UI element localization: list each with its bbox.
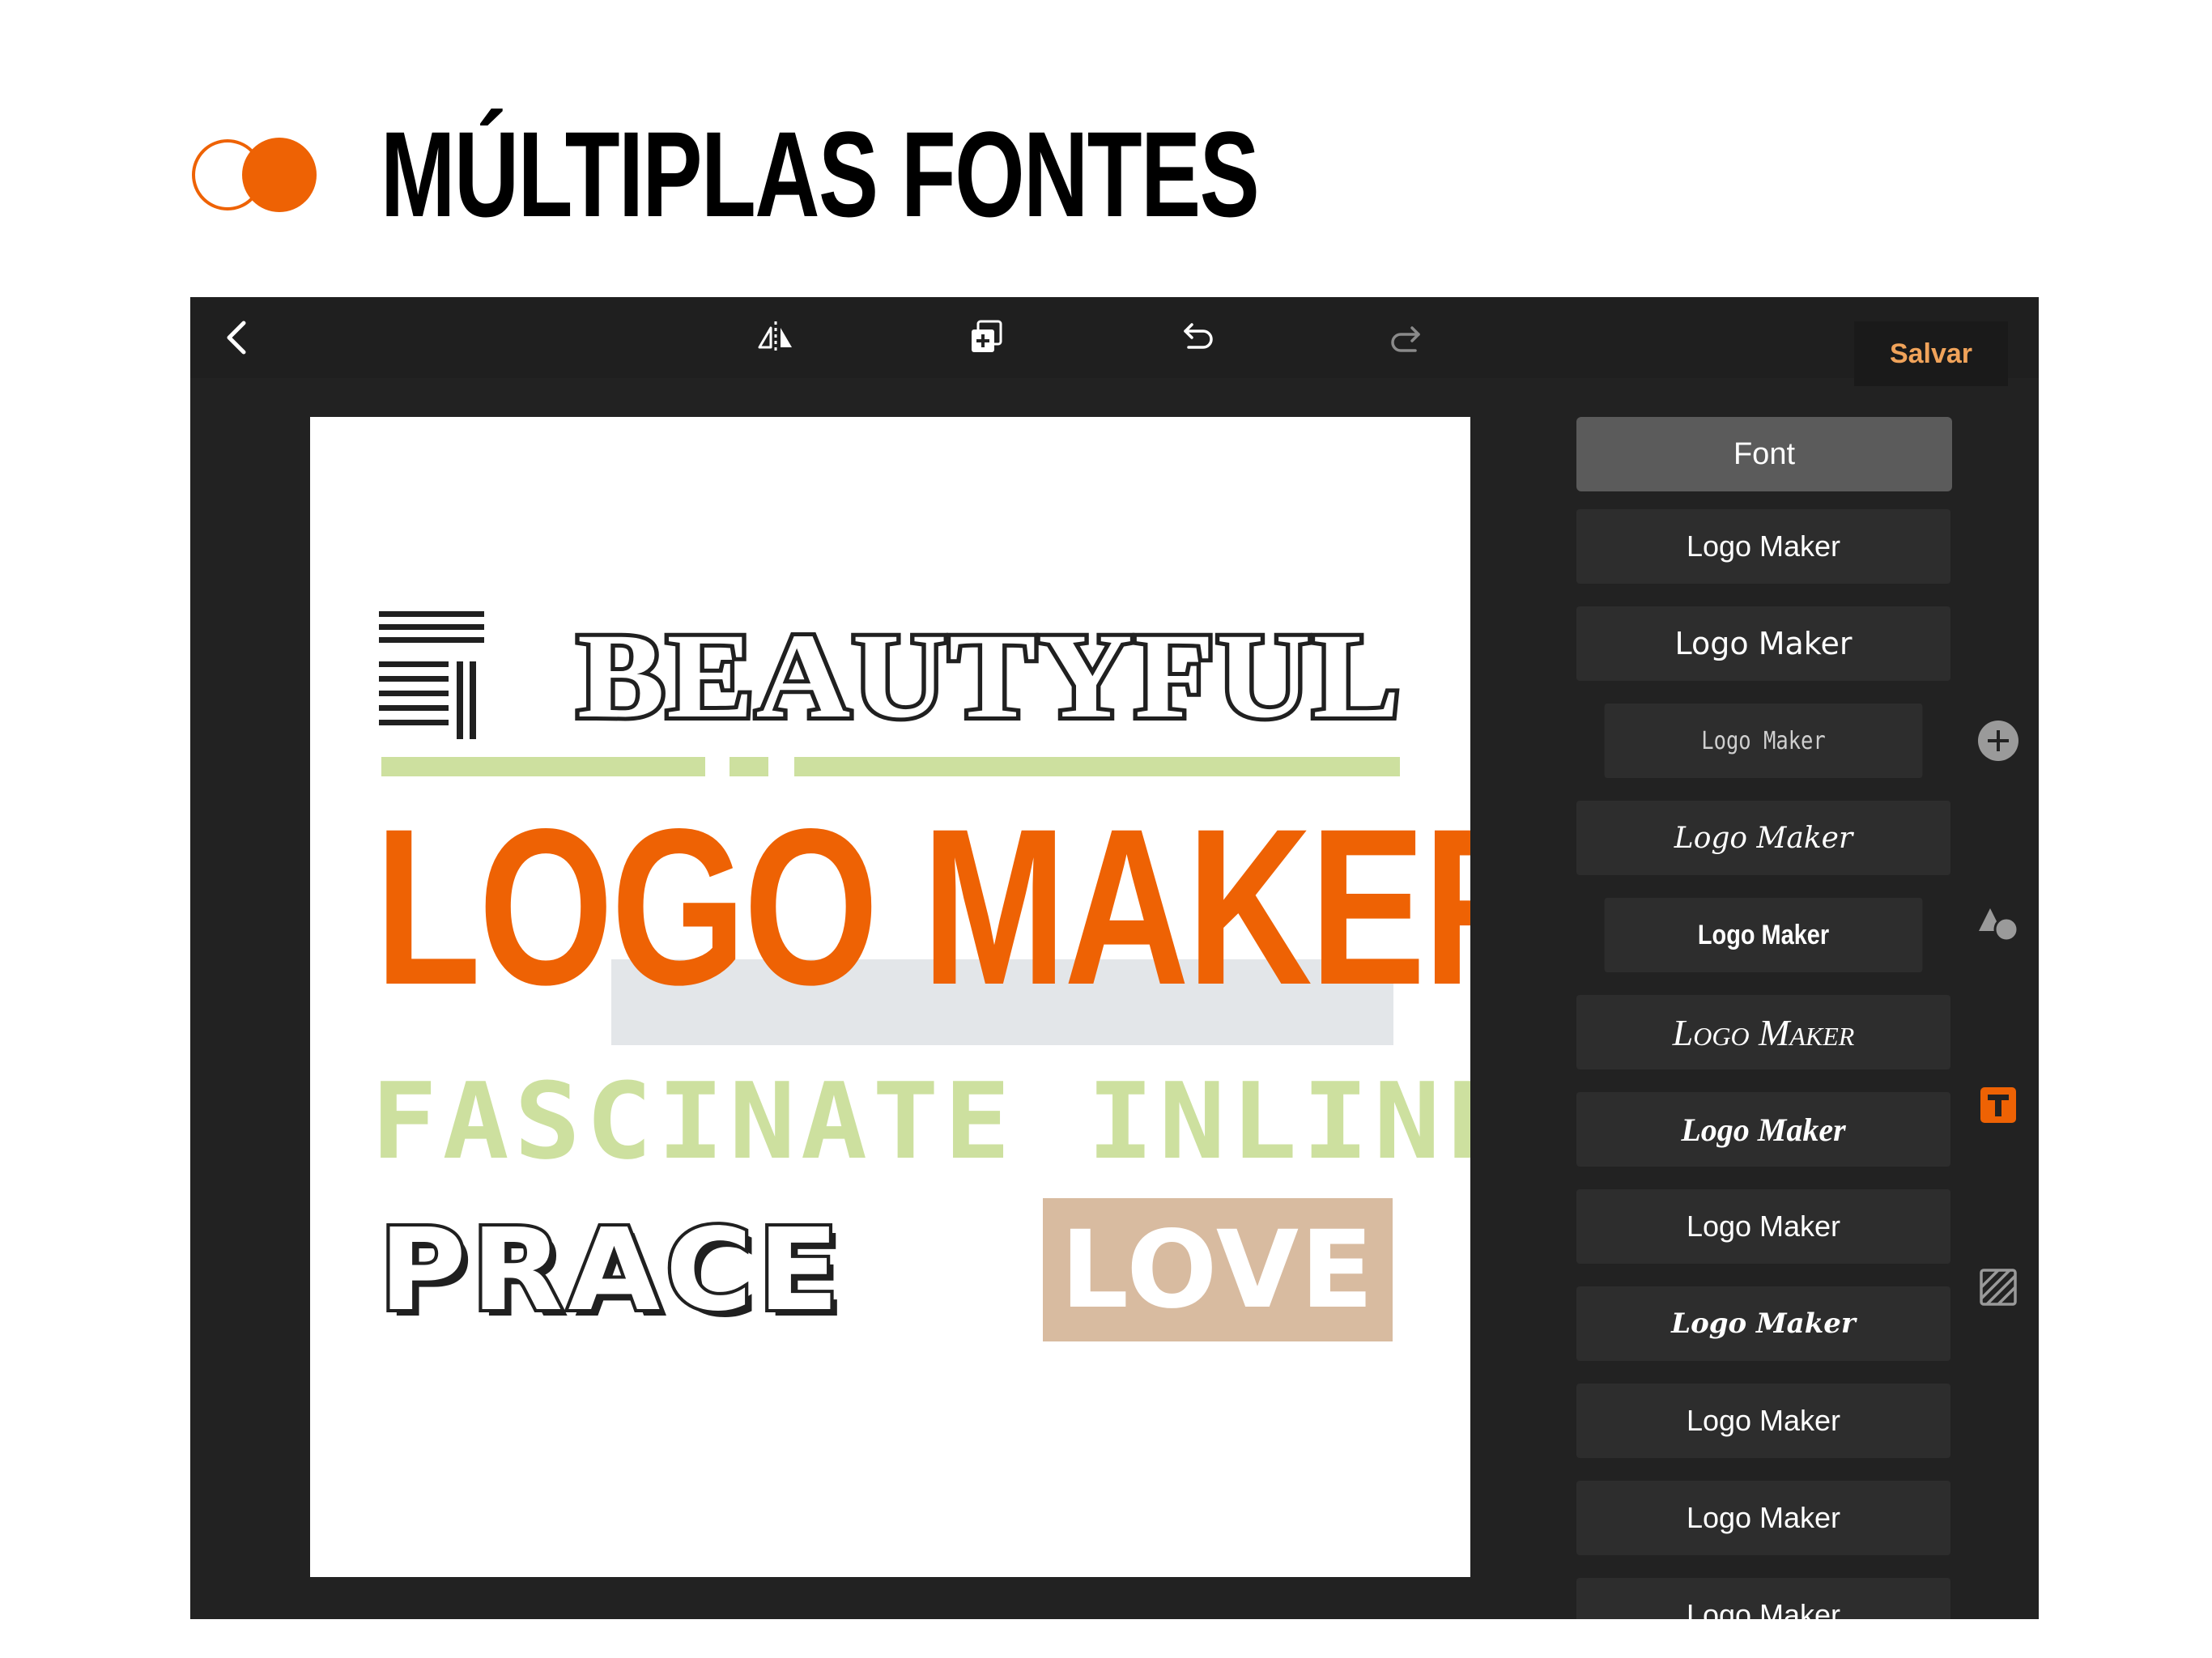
font-panel-header: Font	[1576, 417, 1952, 491]
canvas-text-beautyful[interactable]: BEAUTYFUL	[573, 611, 1405, 741]
green-bar-left[interactable]	[381, 757, 705, 776]
font-option[interactable]: Logo Maker	[1604, 704, 1923, 778]
top-toolbar: Salvar	[190, 297, 2039, 386]
shapes-icon[interactable]	[1976, 900, 2021, 946]
duplicate-icon[interactable]	[963, 315, 1009, 360]
stripes-ornament[interactable]	[379, 611, 484, 741]
font-option[interactable]: Logo Maker	[1576, 509, 1950, 584]
save-area: Salvar	[1854, 321, 2008, 386]
font-option[interactable]: Logo Maker	[1576, 1092, 1950, 1167]
green-bar-right[interactable]	[794, 757, 1400, 776]
font-option[interactable]: Logo Maker	[1576, 1384, 1950, 1458]
love-badge-text: LOVE	[1060, 1207, 1376, 1333]
back-icon[interactable]	[216, 315, 262, 360]
font-option[interactable]: Logo Maker	[1576, 1578, 1950, 1619]
page-title: MÚLTIPLAS FONTES	[381, 106, 1260, 242]
font-option[interactable]: Logo Maker	[1576, 995, 1950, 1069]
brand-circles-icon	[192, 138, 317, 212]
app-window: Salvar BEAUTYFUL LOGO MAKER FASCINATE IN…	[190, 297, 2039, 1619]
undo-icon[interactable]	[1174, 315, 1219, 360]
font-option[interactable]: Logo Maker	[1576, 1189, 1950, 1264]
green-bar-middle[interactable]	[730, 757, 768, 776]
canvas-text-logo-maker[interactable]: LOGO MAKER	[375, 796, 1470, 1018]
canvas-text-prace[interactable]: PRACE	[376, 1211, 844, 1331]
font-option[interactable]: Logo Maker	[1576, 801, 1950, 875]
font-option[interactable]: Logo Maker	[1604, 898, 1923, 972]
text-tool-icon[interactable]	[1976, 1082, 2021, 1128]
font-option[interactable]: Logo Maker	[1576, 606, 1950, 681]
texture-icon[interactable]	[1976, 1265, 2021, 1310]
font-option[interactable]: Logo Maker	[1576, 1481, 1950, 1555]
design-canvas[interactable]: BEAUTYFUL LOGO MAKER FASCINATE INLINE PR…	[310, 417, 1470, 1577]
flip-icon[interactable]	[753, 315, 798, 360]
add-icon[interactable]	[1976, 718, 2021, 763]
redo-icon[interactable]	[1385, 315, 1430, 360]
font-option[interactable]: Logo Maker	[1576, 1286, 1950, 1361]
canvas-text-fascinate-inline[interactable]: FASCINATE INLINE	[371, 1069, 1470, 1174]
font-panel: Font Logo Maker Logo Maker Logo Maker Lo…	[1576, 417, 1952, 1619]
save-button[interactable]: Salvar	[1890, 338, 1972, 370]
love-badge[interactable]: LOVE	[1043, 1198, 1393, 1341]
